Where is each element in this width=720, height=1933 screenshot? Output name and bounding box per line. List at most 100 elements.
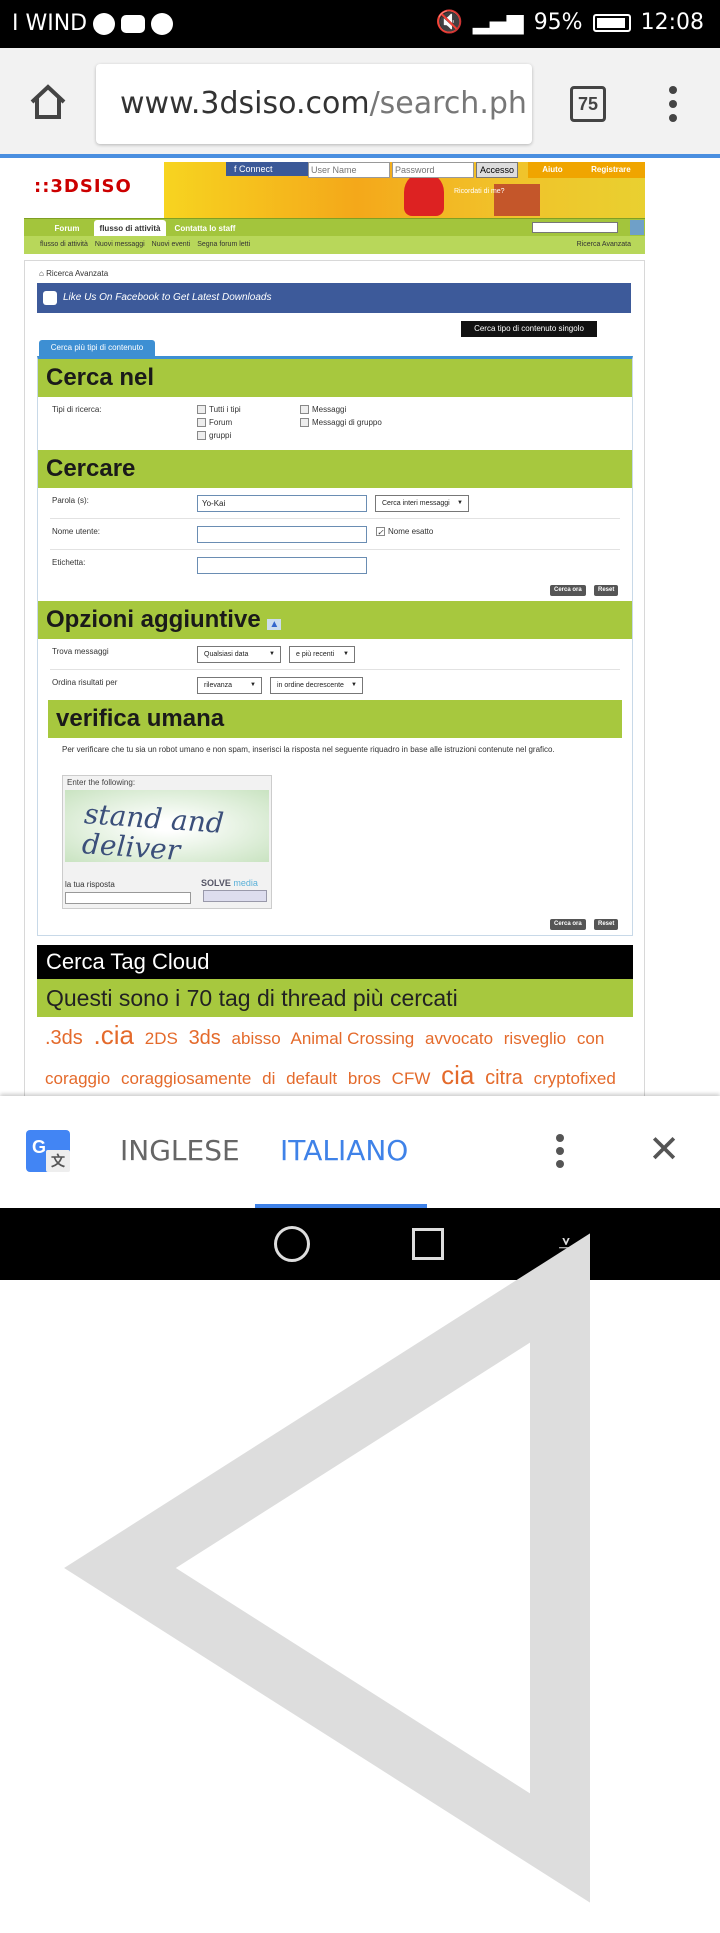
search-panel: Cerca nel Tipi di ricerca: Tutti i tipi … [37,356,633,936]
subnav-advanced-search[interactable]: Ricerca Avanzata [577,236,631,254]
sort-label: Ordina risultati per [52,678,118,687]
tag-link[interactable]: cryptofixed [534,1069,616,1088]
tag-link[interactable]: citra [485,1067,523,1089]
tag-link[interactable]: 3ds [189,1027,221,1049]
section-human-verification: verifica umana [48,700,622,738]
tag-link[interactable]: 2DS [145,1029,178,1048]
exact-name-checkbox[interactable]: ✓ Nome esatto [376,527,433,537]
tag-link[interactable]: cia [441,1060,474,1090]
tag-link[interactable]: .cia [94,1020,134,1050]
tag-link[interactable]: bros [348,1069,381,1088]
tag-link[interactable]: di [262,1069,275,1088]
reset-button-bottom[interactable]: Reset [594,919,619,930]
reset-button[interactable]: Reset [594,585,619,596]
subnav-mark-read[interactable]: Segna forum letti [197,236,250,254]
battery-icon [592,13,631,32]
login-form: Accesso [308,162,519,178]
language-english[interactable]: INGLESE [120,1134,240,1167]
tag-cloud-heading: Cerca Tag Cloud [37,945,633,979]
username-search-input[interactable] [197,526,367,543]
nav-search-input[interactable] [532,222,618,233]
captcha-answer-input[interactable] [65,892,191,904]
tag-link[interactable]: CFW [392,1069,431,1088]
remember-me-checkbox[interactable]: Ricordati di me? [454,188,505,195]
tab-switcher-button[interactable]: 75 [570,86,606,122]
register-link[interactable]: Registrare [591,162,631,178]
back-icon[interactable] [0,1208,720,1928]
tab-contact-staff[interactable]: Contatta lo staff [170,220,240,237]
main-nav: Forum flusso di attività Contatta lo sta… [24,218,645,237]
solvemedia-logo: SOLVE media [201,878,258,888]
recent-select[interactable]: e più recenti [289,646,355,663]
captcha-widget: Enter the following: stand and deliver la… [62,775,272,909]
browser-menu-button[interactable] [666,86,680,122]
tag-link[interactable]: coraggio [45,1069,110,1088]
tag-link[interactable]: con [577,1029,604,1048]
tag-link[interactable]: .3ds [45,1027,83,1049]
search-now-button[interactable]: Cerca ora [550,585,586,596]
translate-menu-button[interactable] [554,1134,566,1168]
breadcrumb[interactable]: ⌂ Ricerca Avanzata [39,269,108,278]
header-links: Aiuto Registrare [528,162,645,178]
subnav-new-posts[interactable]: Nuovi messaggi [95,236,145,254]
home-icon[interactable] [28,82,68,122]
facebook-connect-button[interactable]: f Connect [226,162,308,176]
tag-input[interactable] [197,557,367,574]
close-icon[interactable]: ✕ [646,1131,682,1169]
subnav-new-events[interactable]: Nuovi eventi [152,236,191,254]
recents-icon[interactable] [412,1228,444,1260]
tab-multi-type[interactable]: Cerca più tipi di contenuto [39,340,155,356]
checkbox-forum[interactable]: Forum [197,418,232,427]
search-content: ⌂ Ricerca Avanzata Like Us On Facebook t… [24,260,645,1096]
tab-activity[interactable]: flusso di attività [94,220,166,237]
tag-link[interactable]: abisso [232,1029,281,1048]
facebook-banner[interactable]: Like Us On Facebook to Get Latest Downlo… [37,283,631,313]
language-italian[interactable]: ITALIANO [280,1134,408,1167]
login-button[interactable]: Accesso [476,162,519,178]
site-logo[interactable]: ::3DSISO [34,176,132,197]
sort-by-select[interactable]: rilevanza [197,677,262,694]
notification-pull-icon[interactable]: ⩡ [548,1226,584,1262]
tag-link[interactable]: coraggiosamente [121,1069,251,1088]
checkbox-messages[interactable]: Messaggi [300,405,346,414]
carrier-label: I WIND [12,11,88,36]
checkbox-groups[interactable]: gruppi [197,431,231,440]
translate-bar: G文 INGLESE ITALIANO ✕ [0,1096,720,1208]
tag-label: Etichetta: [52,558,86,567]
captcha-controls[interactable] [203,890,267,902]
date-select[interactable]: Qualsiasi data [197,646,281,663]
password-input[interactable] [392,162,474,178]
tag-link[interactable]: avvocato [425,1029,493,1048]
tag-link[interactable]: default [286,1069,337,1088]
checkbox-group-messages[interactable]: Messaggi di gruppo [300,418,382,427]
tag-cloud-subheading: Questi sono i 70 tag di thread più cerca… [37,979,633,1017]
section-options: Opzioni aggiuntive ▲ [38,601,632,639]
checkbox-all-types[interactable]: Tutti i tipi [197,405,241,414]
captcha-image: stand and deliver [65,790,269,867]
captcha-header: Enter the following: [67,778,136,787]
username-input[interactable] [308,162,390,178]
tag-link[interactable]: Animal Crossing [290,1029,414,1048]
captcha-answer-label: la tua risposta [65,880,115,889]
help-link[interactable]: Aiuto [542,162,562,178]
tab-single-type[interactable]: Cerca tipo di contenuto singolo [461,321,597,337]
address-bar[interactable]: www.3dsiso.com/search.ph [96,64,532,144]
web-page: ::3DSISO Ricordati di me? f Connect Acce… [0,162,720,1096]
search-mode-select[interactable]: Cerca interi messaggi [375,495,469,512]
youtube-icon [121,14,146,33]
url-path: /search.ph [369,86,527,121]
collapse-icon[interactable]: ▲ [267,619,282,630]
find-posts-label: Trova messaggi [52,647,109,656]
mute-icon: 🔇 [435,10,463,35]
home-nav-icon[interactable] [274,1226,310,1262]
subnav-activity[interactable]: flusso di attività [40,236,88,254]
tab-forum[interactable]: Forum [40,220,94,237]
tag-link[interactable]: risveglio [504,1029,566,1048]
section-search: Cercare [38,450,632,488]
battery-percent: 95% [533,10,583,35]
captcha-text: stand and deliver [81,797,225,867]
sort-order-select[interactable]: in ordine decrescente [270,677,363,694]
nav-search-button[interactable] [630,220,644,235]
keyword-input[interactable]: Yo-Kai [197,495,367,512]
search-now-button-bottom[interactable]: Cerca ora [550,919,586,930]
